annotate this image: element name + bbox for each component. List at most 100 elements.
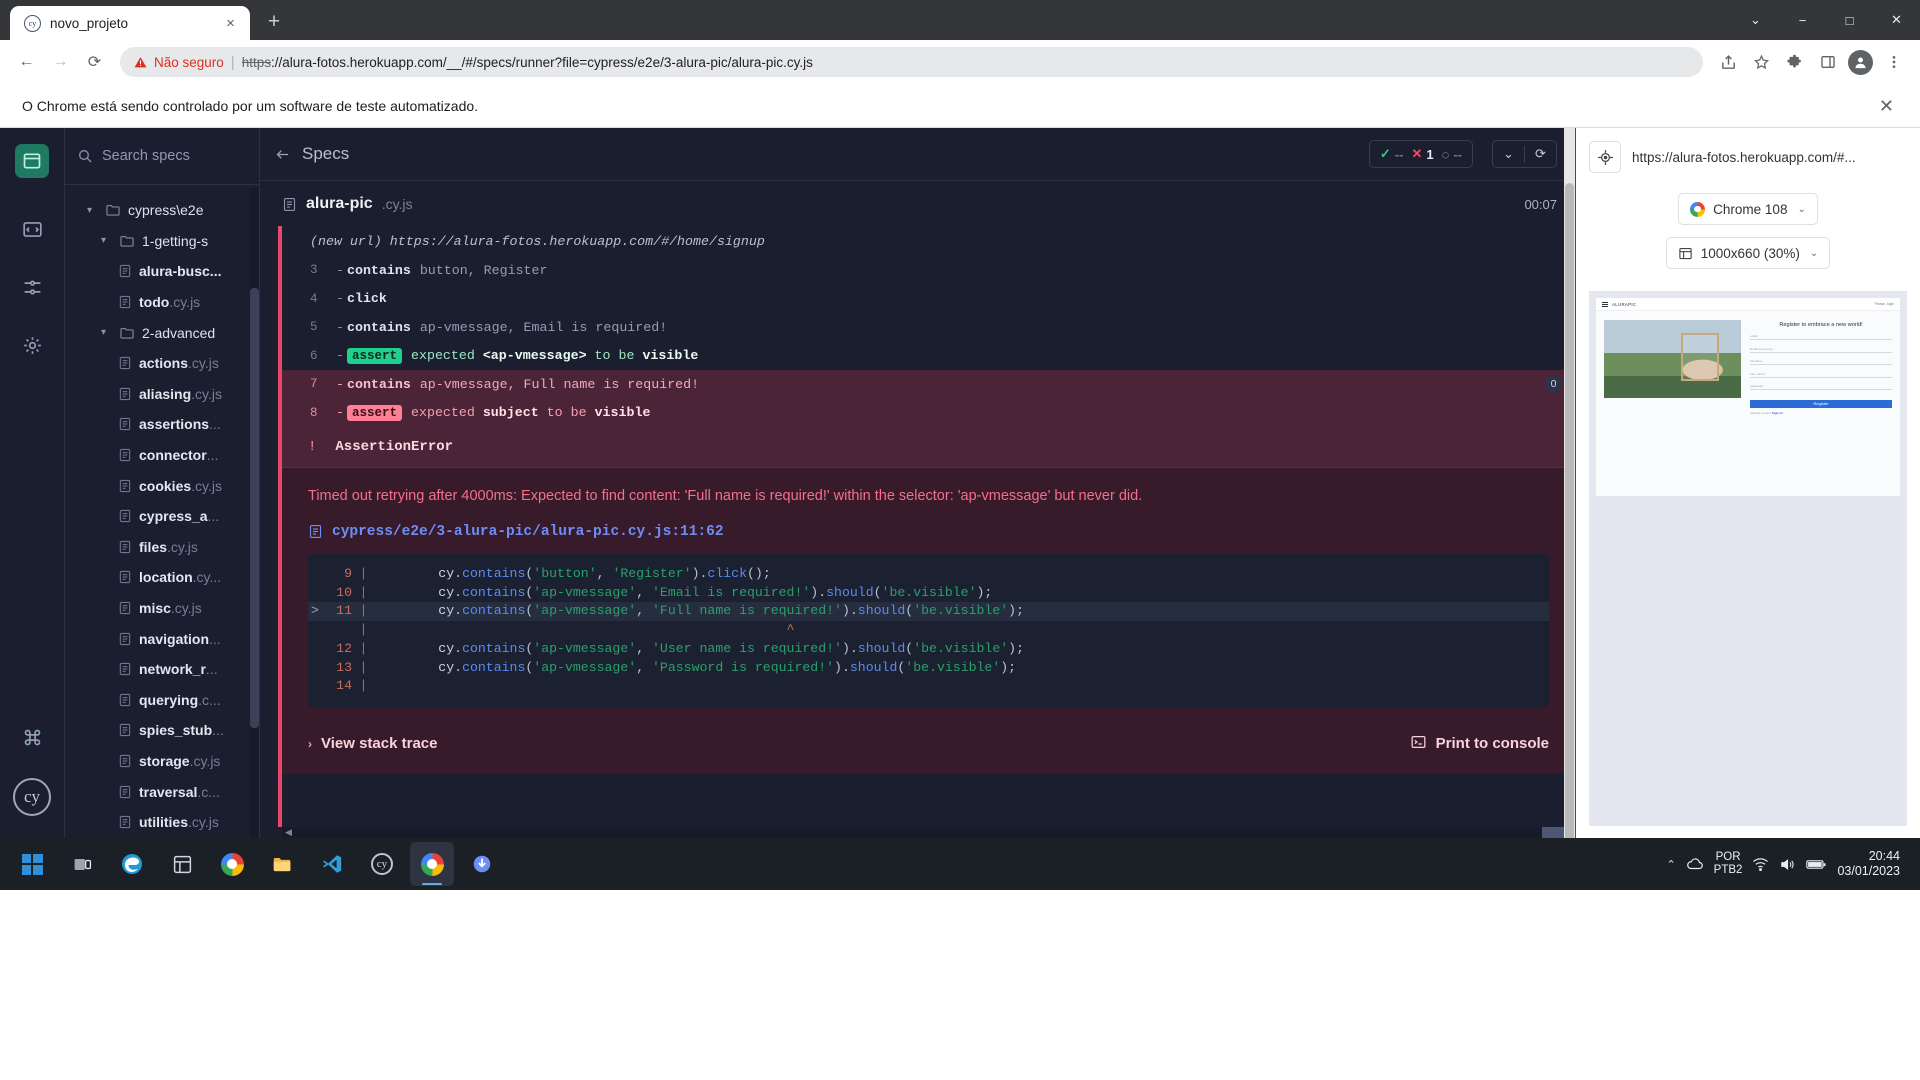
preview-url-text[interactable]: https://alura-fotos.herokuapp.com/#...	[1632, 150, 1856, 165]
horizontal-scrollbar-thumb[interactable]	[1542, 827, 1564, 838]
share-icon[interactable]	[1713, 47, 1744, 78]
address-bar[interactable]: Não seguro | https://alura-fotos.herokua…	[120, 47, 1703, 77]
language-indicator[interactable]: POR PTB2	[1714, 851, 1743, 877]
chrome-active-icon[interactable]	[410, 842, 454, 886]
spec-folder-row[interactable]: ▾ cypress\e2e	[65, 195, 259, 226]
browser-tab[interactable]: cy novo_projeto ×	[10, 6, 250, 40]
extensions-puzzle-icon[interactable]	[1779, 47, 1810, 78]
aut-field-input[interactable]	[1750, 376, 1892, 378]
cloud-icon[interactable]	[1686, 857, 1704, 871]
battery-icon[interactable]	[1806, 858, 1827, 871]
sidepanel-icon[interactable]	[1812, 47, 1843, 78]
spec-file-row[interactable]: alura-busc...	[65, 256, 259, 287]
app-vertical-scrollbar[interactable]	[1564, 128, 1575, 873]
specs-code-icon[interactable]	[15, 212, 49, 246]
bookmark-star-icon[interactable]	[1746, 47, 1777, 78]
aut-signin-link[interactable]: Sign in!	[1772, 411, 1783, 415]
chevron-down-icon[interactable]: ▾	[101, 235, 112, 246]
codeframe-path-row[interactable]: cypress/e2e/3-alura-pic/alura-pic.cy.js:…	[308, 523, 1549, 554]
back-icon[interactable]: ←	[11, 47, 42, 78]
aut-field-group[interactable]: password	[1750, 384, 1892, 390]
scroll-left-icon[interactable]: ◀	[282, 827, 295, 838]
reload-icon[interactable]: ⟳	[79, 47, 110, 78]
command-url-row[interactable]: (new url) https://alura-fotos.herokuapp.…	[282, 226, 1575, 256]
speaker-icon[interactable]	[1779, 857, 1796, 872]
command-row[interactable]: 7 - contains ap-vmessage, Full name is requ…	[282, 370, 1575, 399]
view-stack-trace-button[interactable]: › View stack trace	[308, 735, 437, 752]
app-scrollbar-thumb[interactable]	[1565, 183, 1574, 873]
aut-field-input[interactable]	[1750, 364, 1892, 365]
spec-file-row[interactable]: files.cy.js	[65, 532, 259, 563]
command-row[interactable]: 8 - assert expected subject to be visible	[282, 398, 1575, 427]
specs-breadcrumb[interactable]: Specs	[302, 144, 1358, 164]
task-view-icon[interactable]	[60, 842, 104, 886]
aut-field-group[interactable]: full name	[1750, 359, 1892, 365]
profile-avatar-icon[interactable]	[1845, 47, 1876, 78]
spec-file-row[interactable]: utilities.cy.js	[65, 807, 259, 838]
browser-selector-button[interactable]: Chrome 108 ⌄	[1678, 193, 1818, 225]
aut-field-input[interactable]	[1750, 339, 1892, 340]
spec-file-row[interactable]: misc.cy.js	[65, 593, 259, 624]
aut-field-group[interactable]: user name	[1750, 372, 1892, 378]
chevron-down-icon[interactable]: ⌄	[1493, 141, 1524, 167]
spec-folder-row[interactable]: ▾ 1-getting-s	[65, 226, 259, 257]
settings-gear-icon[interactable]	[15, 328, 49, 362]
spec-file-row[interactable]: todo.cy.js	[65, 287, 259, 318]
spec-file-row[interactable]: aliasing.cy.js	[65, 379, 259, 410]
cypress-taskbar-icon[interactable]: cy	[360, 842, 404, 886]
hamburger-menu-icon[interactable]	[1602, 301, 1608, 307]
spec-file-row[interactable]: spies_stub...	[65, 715, 259, 746]
clock[interactable]: 20:44 03/01/2023	[1837, 849, 1904, 880]
vscode-icon[interactable]	[310, 842, 354, 886]
spec-file-row[interactable]: navigation...	[65, 623, 259, 654]
spec-folder-row[interactable]: ▾ 2-advanced	[65, 317, 259, 348]
sidebar-scrollbar-thumb[interactable]	[250, 288, 259, 728]
chevron-down-icon[interactable]: ▾	[101, 327, 112, 338]
maximize-button[interactable]: □	[1826, 0, 1873, 40]
cypress-badge-icon[interactable]: cy	[13, 778, 51, 816]
spec-file-row[interactable]: cookies.cy.js	[65, 470, 259, 501]
spec-file-row[interactable]: storage.cy.js	[65, 746, 259, 777]
start-windows-icon[interactable]	[10, 842, 54, 886]
spec-file-row[interactable]: network_r...	[65, 654, 259, 685]
installer-icon[interactable]	[460, 842, 504, 886]
aut-register-button[interactable]: Register	[1750, 399, 1892, 408]
aut-field-group[interactable]: email	[1750, 334, 1892, 340]
store-icon[interactable]	[160, 842, 204, 886]
cypress-logo-icon[interactable]	[15, 144, 49, 178]
edge-icon[interactable]	[110, 842, 154, 886]
command-row[interactable]: 6 - assert expected <ap-vmessage> to be vis…	[282, 342, 1575, 371]
selector-playground-icon[interactable]	[1589, 141, 1621, 173]
back-to-specs-icon[interactable]	[274, 147, 291, 162]
spec-file-row[interactable]: connector...	[65, 440, 259, 471]
command-row[interactable]: 4 - click	[282, 285, 1575, 314]
command-palette-icon[interactable]	[15, 720, 49, 754]
chrome-icon[interactable]	[210, 842, 254, 886]
spec-file-row[interactable]: cypress_a...	[65, 501, 259, 532]
wifi-icon[interactable]	[1752, 857, 1769, 871]
codeframe-file-path[interactable]: cypress/e2e/3-alura-pic/alura-pic.cy.js:…	[332, 524, 724, 540]
close-icon[interactable]: ×	[221, 14, 240, 33]
new-tab-button[interactable]: +	[259, 7, 289, 37]
close-window-button[interactable]: ✕	[1873, 0, 1920, 40]
aut-field-input[interactable]	[1750, 389, 1892, 390]
print-to-console-button[interactable]: Print to console	[1410, 734, 1549, 754]
spec-file-row[interactable]: location.cy...	[65, 562, 259, 593]
spec-file-row[interactable]: actions.cy.js	[65, 348, 259, 379]
tray-chevron-up-icon[interactable]: ⌃	[1666, 858, 1675, 871]
restart-icon[interactable]: ⟳	[1525, 141, 1556, 167]
tab-search-chevron-icon[interactable]: ⌄	[1732, 0, 1779, 40]
sidebar-scrollbar[interactable]	[250, 188, 259, 878]
spec-file-row[interactable]: querying.c...	[65, 685, 259, 716]
aut-field-group[interactable]: Email (recovery)	[1750, 347, 1892, 353]
chrome-menu-icon[interactable]	[1878, 47, 1909, 78]
file-explorer-icon[interactable]	[260, 842, 304, 886]
spec-file-row[interactable]: assertions...	[65, 409, 259, 440]
command-row[interactable]: 5 - contains ap-vmessage, Email is required…	[282, 313, 1575, 342]
app-under-test-frame[interactable]: ALURAPIC Please, login Register to embra…	[1589, 291, 1907, 826]
reporter-horizontal-scrollbar[interactable]: ◀ ▶	[282, 827, 1564, 838]
viewport-selector-button[interactable]: 1000x660 (30%) ⌄	[1665, 237, 1831, 269]
command-row[interactable]: 3 - contains button, Register	[282, 256, 1575, 285]
aut-login-link[interactable]: Please, login	[1875, 302, 1894, 306]
aut-field-input[interactable]	[1750, 351, 1892, 353]
